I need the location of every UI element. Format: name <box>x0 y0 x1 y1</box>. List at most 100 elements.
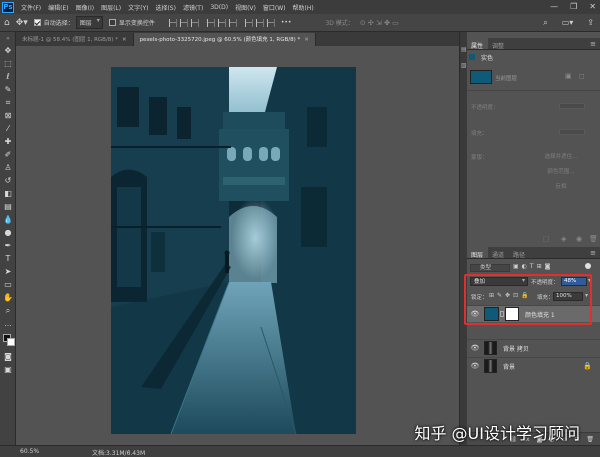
menu-edit[interactable]: 编辑(E) <box>48 3 68 12</box>
status-arrow-icon[interactable]: › <box>128 448 130 455</box>
menu-help[interactable]: 帮助(H) <box>293 3 314 12</box>
lasso-tool-icon[interactable]: ℓ <box>3 72 13 82</box>
tab-channels[interactable]: 通道 <box>488 247 509 259</box>
align-left-icon[interactable] <box>168 18 177 27</box>
quick-mask-icon[interactable]: ◙ <box>3 352 13 362</box>
show-transform-checkbox[interactable]: 显示变换控件 <box>108 18 155 27</box>
workspace-icon[interactable]: ▭▾ <box>562 18 574 27</box>
fill-color-swatch[interactable] <box>470 70 492 84</box>
eraser-tool-icon[interactable]: ◧ <box>3 189 13 199</box>
opacity-prop-field[interactable] <box>559 103 585 109</box>
clone-stamp-tool-icon[interactable]: ♙ <box>3 163 13 173</box>
document-info[interactable]: 文档:3.31M/6.43M <box>92 448 145 457</box>
tab-adjustments[interactable]: 调整 <box>488 38 509 50</box>
vector-mask-icon[interactable]: ◻ <box>579 72 585 80</box>
trash-icon[interactable]: 🗑 <box>589 235 598 243</box>
fill-prop-field[interactable] <box>559 129 585 135</box>
close-icon[interactable]: ✕ <box>589 2 596 11</box>
share-icon[interactable]: ⇪ <box>587 18 594 27</box>
pixel-mask-icon[interactable]: ▣ <box>565 72 572 80</box>
blur-tool-icon[interactable]: 💧 <box>3 215 13 225</box>
history-brush-tool-icon[interactable]: ↺ <box>3 176 13 186</box>
hand-tool-icon[interactable]: ✋ <box>3 293 13 303</box>
quick-select-tool-icon[interactable]: ✎ <box>3 85 13 95</box>
menu-type[interactable]: 文字(Y) <box>128 3 148 12</box>
eyedropper-tool-icon[interactable]: ⁄ <box>3 124 13 134</box>
layer-comp-label: 当前图层 <box>495 76 518 82</box>
layer-row[interactable]: 👁 背景 🔒 <box>467 357 600 374</box>
info-panel-icon[interactable]: ▧ <box>461 62 467 69</box>
zoom-level[interactable]: 60.5% <box>20 448 39 455</box>
menu-bar: Ps 文件(F) 编辑(E) 图像(I) 图层(L) 文字(Y) 选择(S) 滤… <box>0 0 600 14</box>
filter-toggle-icon[interactable] <box>585 263 591 269</box>
path-select-tool-icon[interactable]: ➤ <box>3 267 13 277</box>
layer-row[interactable]: 👁 背景 拷贝 <box>467 339 600 356</box>
brush-tool-icon[interactable]: ✐ <box>3 150 13 160</box>
minimize-icon[interactable]: — <box>550 2 558 11</box>
panel-menu-icon[interactable]: ≡ <box>590 249 596 257</box>
menu-file[interactable]: 文件(F) <box>21 3 41 12</box>
type-tool-icon[interactable]: T <box>3 254 13 264</box>
history-panel-icon[interactable]: ▤ <box>461 46 467 53</box>
tab-layers[interactable]: 图层 <box>467 247 489 259</box>
menu-layer[interactable]: 图层(L) <box>101 3 121 12</box>
delete-layer-icon[interactable]: 🗑 <box>586 436 594 443</box>
align-bottom-icon[interactable] <box>228 18 237 27</box>
tab-properties[interactable]: 属性 <box>467 38 489 50</box>
pen-tool-icon[interactable]: ✒ <box>3 241 13 251</box>
crop-tool-icon[interactable]: ⌗ <box>3 98 13 108</box>
more-tools-icon[interactable]: … <box>3 319 13 329</box>
document-image[interactable] <box>111 67 356 434</box>
dodge-tool-icon[interactable]: ● <box>3 228 13 238</box>
zoom-tool-icon[interactable]: ⌕ <box>3 306 13 316</box>
gradient-tool-icon[interactable]: ▤ <box>3 202 13 212</box>
visibility-eye-icon[interactable]: 👁 <box>470 362 480 370</box>
layer-name[interactable]: 背景 拷贝 <box>503 344 529 353</box>
menu-view[interactable]: 视图(V) <box>235 3 256 12</box>
color-range-button[interactable]: 颜色范围... <box>537 168 585 177</box>
menu-select[interactable]: 选择(S) <box>155 3 176 12</box>
auto-select-checkbox[interactable]: 自动选择： <box>33 18 74 27</box>
tab-pexels-photo[interactable]: pexels-photo-3325720.jpeg @ 60.5% (颜色填充 … <box>133 33 316 46</box>
panel-menu-icon[interactable]: ≡ <box>590 40 596 48</box>
menu-window[interactable]: 窗口(W) <box>263 3 286 12</box>
distribute-top-icon[interactable] <box>244 18 253 27</box>
load-selection-icon[interactable]: ⬚ <box>543 235 550 243</box>
tab-paths[interactable]: 路径 <box>509 247 530 259</box>
background-color-swatch[interactable] <box>7 338 15 346</box>
move-tool-icon[interactable]: ✥ <box>3 46 13 56</box>
distribute-bottom-icon[interactable] <box>266 18 275 27</box>
invert-button[interactable]: 反相 <box>537 183 585 192</box>
align-top-icon[interactable] <box>206 18 215 27</box>
more-options-icon[interactable]: ••• <box>281 19 292 26</box>
close-tab-icon[interactable]: ✕ <box>304 37 309 43</box>
align-center-icon[interactable] <box>179 18 188 27</box>
3d-tools-icon[interactable]: ⊙ ✣ ⇲ ✤ ▭ <box>360 19 399 27</box>
collapse-icon[interactable]: » <box>3 34 13 44</box>
marquee-tool-icon[interactable]: ⬚ <box>3 59 13 69</box>
menu-3d[interactable]: 3D(D) <box>210 4 228 11</box>
menu-filter[interactable]: 滤镜(T) <box>183 3 203 12</box>
visibility-eye-icon[interactable]: 👁 <box>470 344 480 352</box>
align-right-icon[interactable] <box>190 18 199 27</box>
frame-tool-icon[interactable]: ⊠ <box>3 111 13 121</box>
layer-filter-icons[interactable]: ▣◐T⊞◙ <box>513 263 553 270</box>
menu-image[interactable]: 图像(I) <box>76 3 94 12</box>
search-icon[interactable]: ⌕ <box>543 18 547 28</box>
align-middle-icon[interactable] <box>217 18 226 27</box>
close-tab-icon[interactable]: ✕ <box>122 37 127 43</box>
select-mask-button[interactable]: 选择并遮住... <box>537 153 585 162</box>
auto-select-dropdown[interactable]: 图层 <box>75 16 103 29</box>
layer-filter-dropdown[interactable]: 类型 <box>470 264 510 272</box>
distribute-middle-icon[interactable] <box>255 18 264 27</box>
tab-untitled-1[interactable]: 未标题-1 @ 58.4% (图层 1, RGB/8) * ✕ <box>16 33 134 46</box>
layer-name[interactable]: 背景 <box>503 362 515 371</box>
restore-icon[interactable]: ❐ <box>570 2 577 11</box>
move-tool-icon[interactable]: ✥▾ <box>16 18 28 28</box>
rectangle-tool-icon[interactable]: ▭ <box>3 280 13 290</box>
visibility-icon[interactable]: ◉ <box>576 235 582 243</box>
screen-mode-icon[interactable]: ▣ <box>3 365 13 375</box>
home-icon[interactable]: ⌂ <box>4 18 10 28</box>
apply-mask-icon[interactable]: ◈ <box>561 235 566 243</box>
healing-brush-tool-icon[interactable]: ✚ <box>3 137 13 147</box>
